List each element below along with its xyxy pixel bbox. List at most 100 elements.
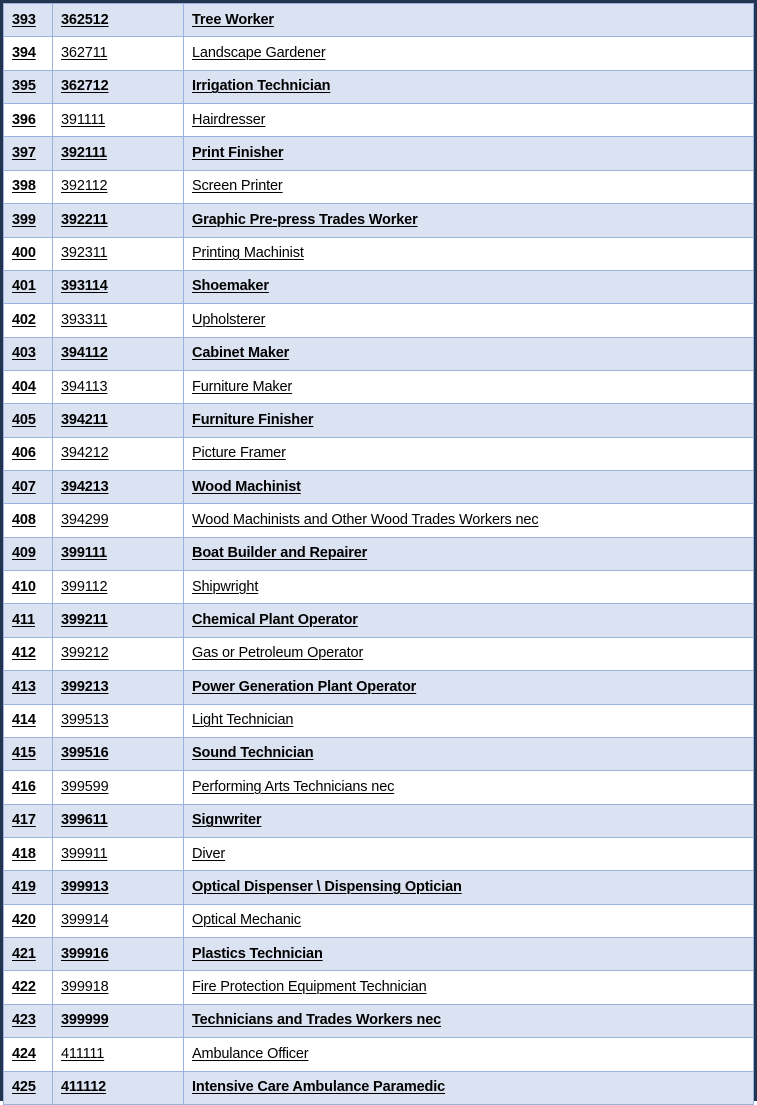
table-row[interactable]: 408 394299 Wood Machinists and Other Wood …: [3, 503, 754, 538]
occupation-code-link[interactable]: 392112: [61, 179, 108, 194]
occupation-code-link-cell[interactable]: 411111: [52, 1037, 184, 1072]
row-index-link-cell[interactable]: 424: [3, 1037, 53, 1072]
occupation-title-link-cell[interactable]: Performing Arts Technicians nec: [183, 770, 754, 805]
occupation-title-link-cell[interactable]: Screen Printer: [183, 169, 754, 205]
row-index-link-cell[interactable]: 409: [3, 536, 53, 572]
row-index-link-cell[interactable]: 421: [3, 937, 53, 972]
occupation-code-link[interactable]: 399111: [61, 546, 107, 561]
occupation-code-link[interactable]: 394299: [61, 512, 109, 528]
table-row[interactable]: 409 399111 Boat Builder and Repairer: [3, 536, 754, 572]
table-row[interactable]: 394 362711 Landscape Gardener: [3, 36, 754, 71]
occupation-title-link-cell[interactable]: Plastics Technician: [183, 937, 754, 972]
row-index-link[interactable]: 403: [12, 345, 36, 361]
row-index-link[interactable]: 395: [12, 79, 36, 94]
table-row[interactable]: 407 394213 Wood Machinist: [3, 470, 754, 505]
occupation-title-link-cell[interactable]: Diver: [183, 836, 754, 872]
row-index-link-cell[interactable]: 422: [3, 970, 53, 1005]
table-row[interactable]: 401 393114 Shoemaker: [3, 269, 754, 305]
occupation-title-link[interactable]: Optical Dispenser \ Dispensing Optician: [192, 879, 462, 895]
occupation-code-link-cell[interactable]: 399516: [52, 736, 184, 772]
occupation-code-link-cell[interactable]: 399599: [52, 770, 184, 805]
row-index-link[interactable]: 409: [12, 546, 36, 561]
row-index-link-cell[interactable]: 393: [3, 2, 53, 38]
row-index-link-cell[interactable]: 413: [3, 670, 53, 705]
row-index-link-cell[interactable]: 403: [3, 336, 53, 371]
occupation-title-link-cell[interactable]: Sound Technician: [183, 736, 754, 772]
occupation-title-link[interactable]: Picture Framer: [192, 446, 286, 461]
occupation-title-link-cell[interactable]: Printing Machinist: [183, 236, 754, 271]
occupation-code-link[interactable]: 411111: [61, 1046, 104, 1062]
occupation-title-link[interactable]: Optical Mechanic: [192, 913, 301, 928]
occupation-code-link-cell[interactable]: 394299: [52, 503, 184, 538]
occupation-code-link[interactable]: 399999: [61, 1013, 109, 1028]
row-index-link[interactable]: 397: [12, 145, 36, 161]
table-row[interactable]: 417 399611 Signwriter: [3, 803, 754, 838]
row-index-link-cell[interactable]: 412: [3, 636, 53, 672]
row-index-link-cell[interactable]: 419: [3, 870, 53, 905]
table-row[interactable]: 423 399999 Technicians and Trades Workers …: [3, 1003, 754, 1039]
occupation-code-link[interactable]: 399112: [61, 579, 108, 595]
occupation-title-link[interactable]: Chemical Plant Operator: [192, 612, 358, 628]
occupation-title-link[interactable]: Shipwright: [192, 579, 258, 595]
occupation-title-link[interactable]: Plastics Technician: [192, 946, 323, 962]
row-index-link[interactable]: 424: [12, 1046, 36, 1062]
occupation-title-link-cell[interactable]: Signwriter: [183, 803, 754, 838]
row-index-link-cell[interactable]: 418: [3, 836, 53, 872]
table-row[interactable]: 416 399599 Performing Arts Technicians nec: [3, 770, 754, 805]
occupation-code-link[interactable]: 392211: [61, 212, 108, 228]
table-row[interactable]: 420 399914 Optical Mechanic: [3, 903, 754, 939]
occupation-code-link[interactable]: 399611: [61, 812, 108, 828]
occupation-title-link-cell[interactable]: Wood Machinist: [183, 470, 754, 505]
occupation-code-link-cell[interactable]: 399212: [52, 636, 184, 672]
occupation-code-link-cell[interactable]: 399213: [52, 670, 184, 705]
row-index-link-cell[interactable]: 399: [3, 203, 53, 238]
row-index-link[interactable]: 419: [12, 879, 36, 895]
row-index-link[interactable]: 402: [12, 312, 36, 328]
row-index-link[interactable]: 399: [12, 212, 36, 228]
table-row[interactable]: 421 399916 Plastics Technician: [3, 937, 754, 972]
occupation-code-link-cell[interactable]: 394213: [52, 470, 184, 505]
table-row[interactable]: 412 399212 Gas or Petroleum Operator: [3, 636, 754, 672]
table-row[interactable]: 396 391111 Hairdresser: [3, 103, 754, 138]
occupation-title-link[interactable]: Performing Arts Technicians nec: [192, 779, 394, 795]
row-index-link-cell[interactable]: 405: [3, 403, 53, 438]
occupation-code-link[interactable]: 399911: [61, 846, 108, 862]
occupation-title-link[interactable]: Signwriter: [192, 812, 262, 828]
occupation-title-link[interactable]: Light Technician: [192, 712, 293, 728]
occupation-code-link-cell[interactable]: 394113: [52, 369, 184, 405]
row-index-link[interactable]: 407: [12, 479, 36, 495]
occupation-title-link-cell[interactable]: Wood Machinists and Other Wood Trades Wo…: [183, 503, 754, 538]
row-index-link[interactable]: 400: [12, 245, 36, 261]
occupation-title-link-cell[interactable]: Print Finisher: [183, 136, 754, 171]
row-index-link[interactable]: 410: [12, 579, 36, 595]
occupation-title-link[interactable]: Ambulance Officer: [192, 1046, 309, 1062]
occupation-code-link[interactable]: 394211: [61, 412, 108, 428]
row-index-link-cell[interactable]: 417: [3, 803, 53, 838]
occupation-title-link-cell[interactable]: Furniture Finisher: [183, 403, 754, 438]
occupation-code-link[interactable]: 362712: [61, 79, 109, 94]
occupation-title-link-cell[interactable]: Picture Framer: [183, 436, 754, 472]
table-row[interactable]: 425 411112 Intensive Care Ambulance Parame…: [3, 1070, 754, 1105]
occupation-code-link-cell[interactable]: 362711: [52, 36, 184, 71]
occupation-code-link-cell[interactable]: 394212: [52, 436, 184, 472]
table-row[interactable]: 404 394113 Furniture Maker: [3, 369, 754, 405]
occupation-code-link-cell[interactable]: 393311: [52, 303, 184, 338]
table-row[interactable]: 410 399112 Shipwright: [3, 570, 754, 605]
row-index-link-cell[interactable]: 410: [3, 570, 53, 605]
row-index-link[interactable]: 411: [12, 612, 35, 628]
occupation-code-link[interactable]: 399211: [61, 612, 108, 628]
occupation-title-link[interactable]: Diver: [192, 846, 225, 862]
row-index-link-cell[interactable]: 395: [3, 69, 53, 105]
row-index-link-cell[interactable]: 396: [3, 103, 53, 138]
occupation-title-link[interactable]: Upholsterer: [192, 312, 265, 328]
occupation-code-link[interactable]: 394212: [61, 446, 109, 461]
row-index-link-cell[interactable]: 423: [3, 1003, 53, 1039]
table-row[interactable]: 400 392311 Printing Machinist: [3, 236, 754, 271]
row-index-link[interactable]: 415: [12, 746, 36, 761]
occupation-title-link-cell[interactable]: Optical Dispenser \ Dispensing Optician: [183, 870, 754, 905]
occupation-code-link[interactable]: 393114: [61, 279, 108, 294]
occupation-title-link-cell[interactable]: Hairdresser: [183, 103, 754, 138]
occupation-title-link-cell[interactable]: Tree Worker: [183, 2, 754, 38]
row-index-link-cell[interactable]: 411: [3, 603, 53, 638]
row-index-link[interactable]: 405: [12, 412, 36, 428]
